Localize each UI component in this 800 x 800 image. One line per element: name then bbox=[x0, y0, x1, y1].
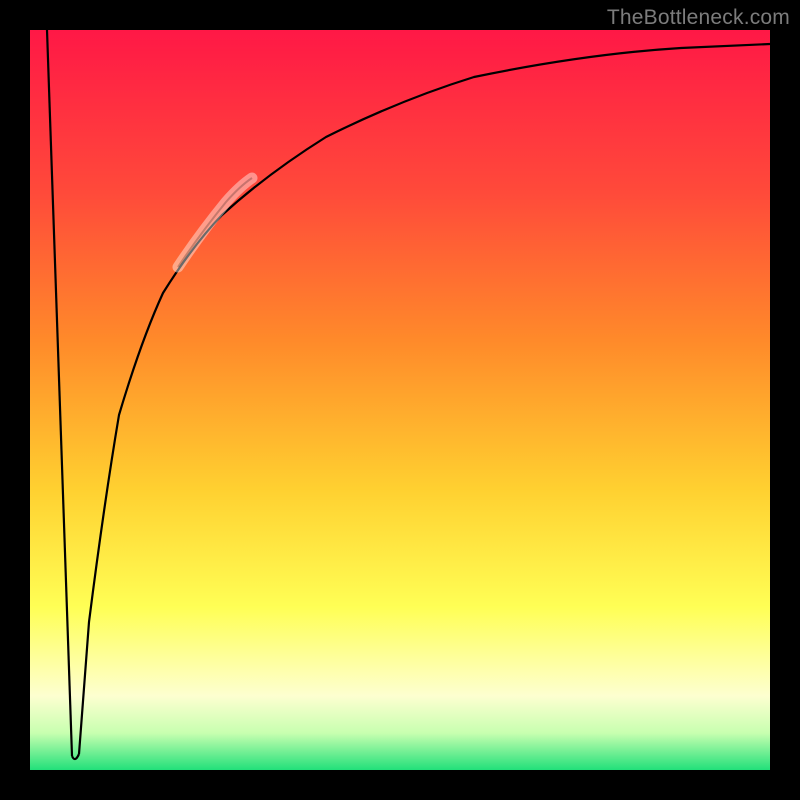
plot-area bbox=[30, 30, 770, 770]
chart-frame: TheBottleneck.com bbox=[0, 0, 800, 800]
curve-layer bbox=[30, 30, 770, 770]
highlight-band bbox=[178, 178, 252, 267]
curve-segment-up bbox=[79, 44, 770, 754]
curve-segment-down bbox=[47, 30, 72, 756]
watermark-text: TheBottleneck.com bbox=[607, 6, 790, 30]
